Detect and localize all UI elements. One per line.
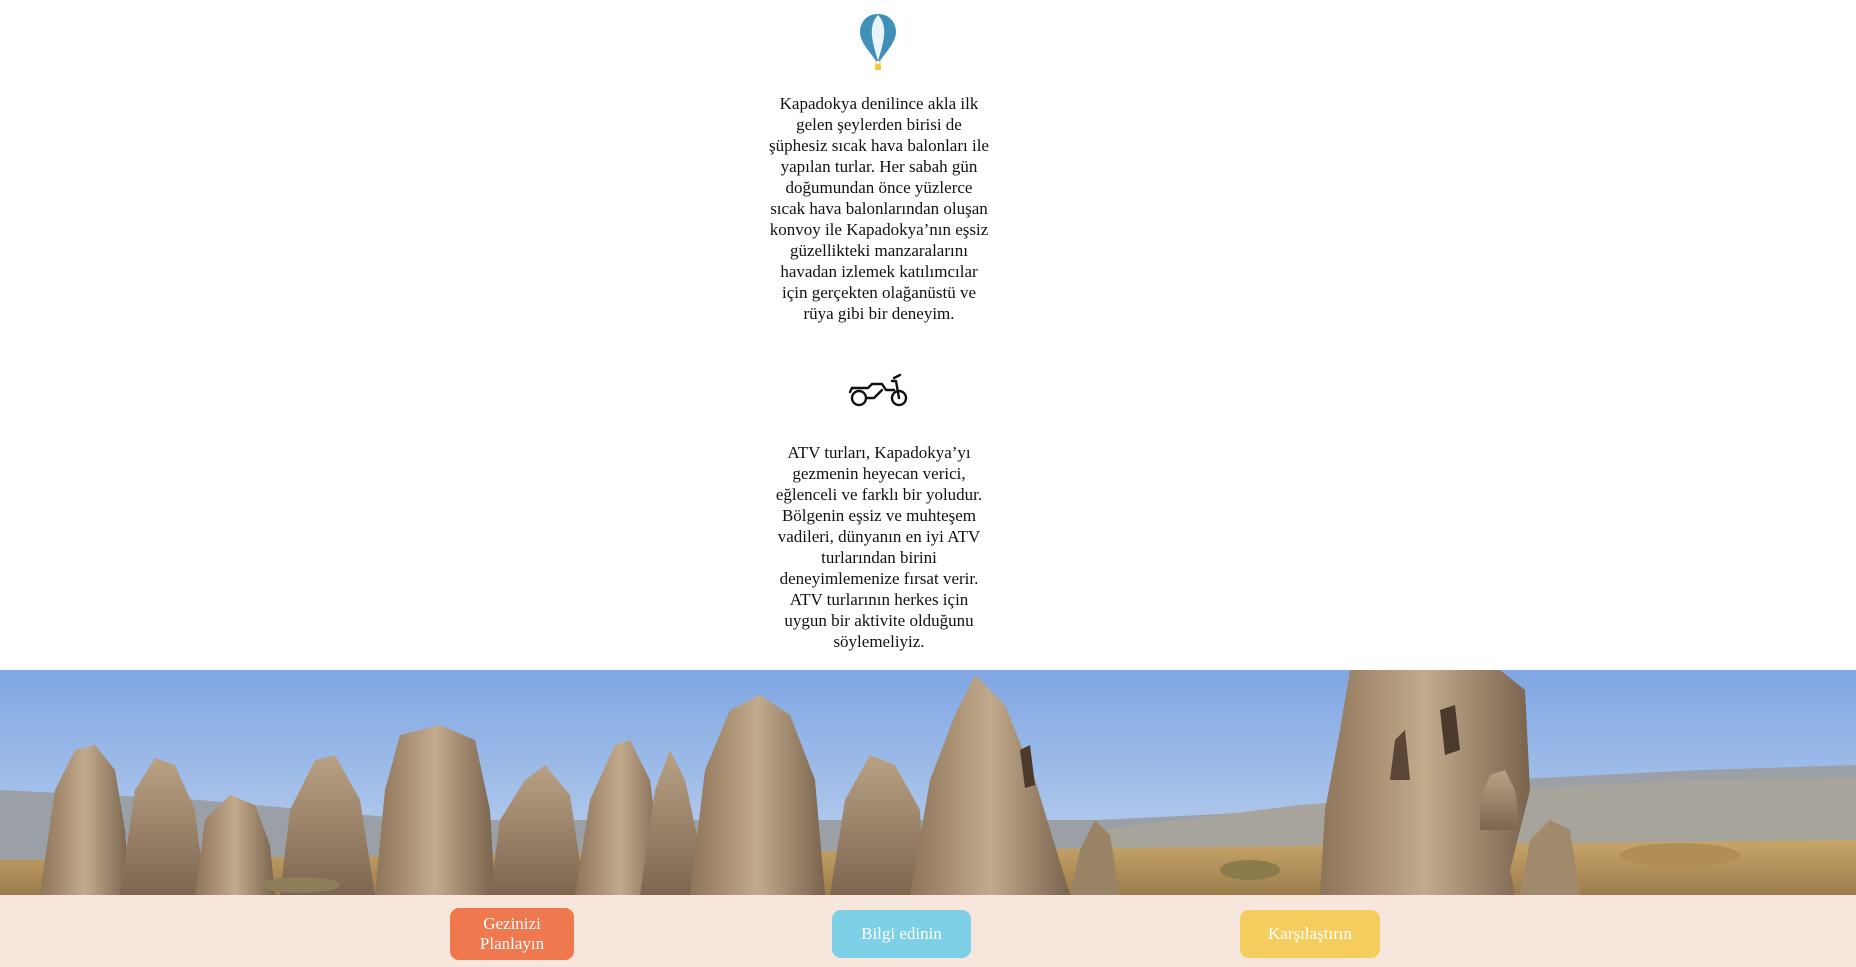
plan-trip-button[interactable]: Gezinizi Planlayın — [450, 908, 574, 960]
footer-bar: Gezinizi Planlayın Bilgi edinin Karşılaş… — [0, 895, 1856, 967]
compare-button[interactable]: Karşılaştırın — [1240, 910, 1380, 958]
hot-air-balloon-icon — [860, 14, 896, 70]
atv-tour-description: ATV turları, Kapadokya’yı gezmenin heyec… — [775, 443, 983, 651]
atv-motorbike-icon — [848, 373, 908, 407]
balloon-tour-description: Kapadokya denilince akla ilk gelen şeyle… — [769, 94, 989, 323]
get-info-button[interactable]: Bilgi edinin — [832, 910, 971, 958]
cappadocia-landscape-image — [0, 670, 1856, 895]
